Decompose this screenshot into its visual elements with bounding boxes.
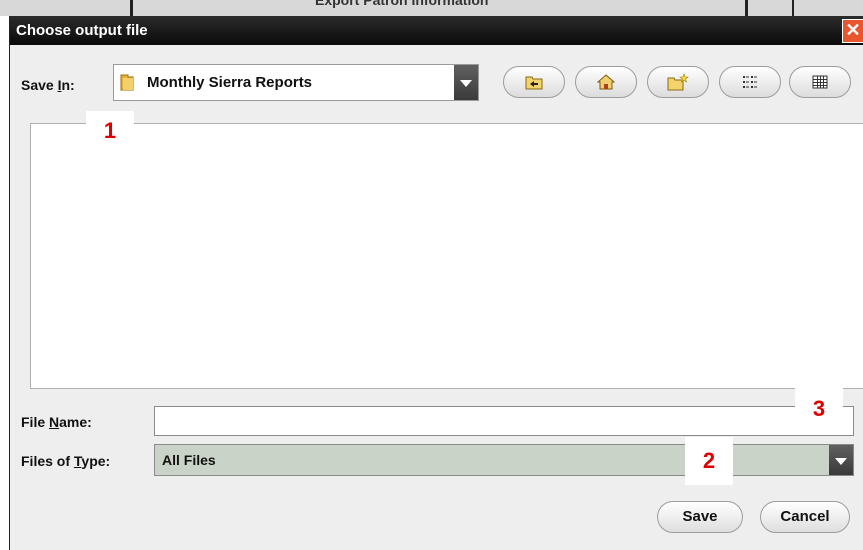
details-view-icon — [812, 75, 828, 89]
files-of-type-label: Files of Type: — [21, 453, 111, 469]
new-folder-icon — [667, 73, 689, 91]
cancel-button[interactable]: Cancel — [760, 501, 850, 533]
home-icon — [597, 74, 615, 90]
chevron-down-icon[interactable] — [454, 65, 478, 100]
annotation-marker-1: 1 — [86, 111, 134, 151]
background-column-separator — [130, 0, 133, 16]
choose-output-file-dialog: Choose output file ✕ Save In: Monthly Si… — [9, 16, 863, 550]
save-in-value: Monthly Sierra Reports — [147, 74, 313, 91]
annotation-marker-3: 3 — [795, 386, 843, 432]
background-window: Export Patron Information — [0, 0, 863, 16]
save-button[interactable]: Save — [657, 501, 743, 533]
up-one-level-button[interactable] — [503, 66, 565, 98]
background-column-separator — [745, 0, 748, 16]
title-bar[interactable]: Choose output file ✕ — [10, 16, 863, 45]
up-one-level-icon — [525, 76, 543, 90]
files-of-type-value: All Files — [162, 452, 216, 468]
chevron-down-icon[interactable] — [829, 445, 853, 475]
file-name-label: File Name: — [21, 414, 92, 430]
home-button[interactable] — [575, 66, 637, 98]
new-folder-button[interactable] — [647, 66, 709, 98]
close-icon: ✕ — [845, 20, 861, 40]
background-window-title: Export Patron Information — [315, 0, 489, 8]
background-column-separator — [792, 0, 794, 16]
file-name-input[interactable] — [154, 406, 854, 436]
details-view-button[interactable] — [789, 66, 851, 98]
folder-icon — [120, 74, 134, 91]
list-view-button[interactable] — [719, 66, 781, 98]
save-in-label: Save In: — [21, 77, 75, 93]
close-button[interactable]: ✕ — [842, 19, 863, 43]
list-view-icon — [743, 76, 757, 88]
dialog-title: Choose output file — [16, 22, 148, 39]
file-list[interactable] — [30, 123, 863, 389]
save-in-dropdown[interactable]: Monthly Sierra Reports — [113, 64, 479, 101]
annotation-marker-2: 2 — [685, 437, 733, 485]
files-of-type-dropdown[interactable]: All Files — [154, 444, 854, 476]
